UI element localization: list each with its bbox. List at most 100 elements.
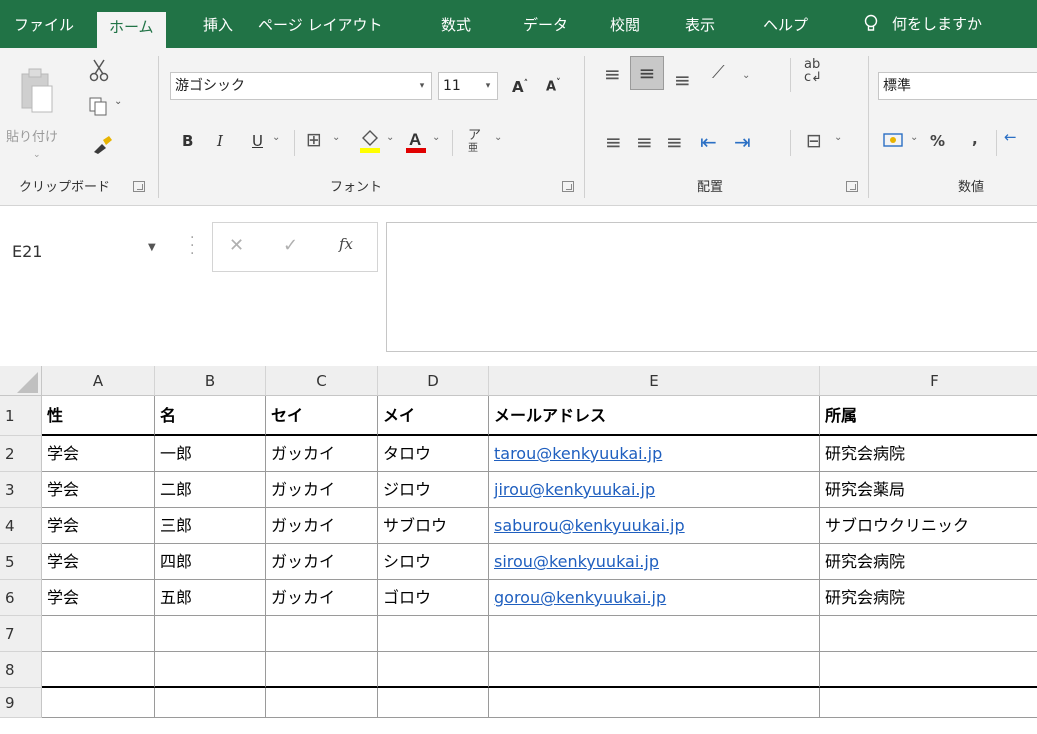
font-dialog-launcher-icon[interactable] [562, 181, 574, 192]
tab-file[interactable]: ファイル [14, 0, 74, 48]
cell-d2[interactable]: タロウ [378, 436, 489, 472]
cell-e5[interactable]: sirou@kenkyuukai.jp [489, 544, 820, 580]
cell-a7[interactable] [42, 616, 155, 652]
cell-d4[interactable]: サブロウ [378, 508, 489, 544]
wrap-text-icon[interactable]: ab c↲ [804, 58, 822, 84]
fill-color-button[interactable]: ⌄ [358, 128, 394, 158]
cell-d6[interactable]: ゴロウ [378, 580, 489, 616]
chevron-down-icon[interactable]: ⌄ [742, 70, 750, 81]
row-header-6[interactable]: 6 [0, 580, 42, 616]
select-all-corner[interactable] [0, 366, 42, 396]
accounting-format-button[interactable]: ⌄ [882, 128, 922, 158]
font-size-select[interactable]: 11 ▾ [438, 72, 498, 100]
borders-icon[interactable]: ⊞ [306, 129, 322, 151]
cell-e1[interactable]: メールアドレス [489, 396, 820, 436]
chevron-down-icon[interactable]: ⌄ [332, 132, 340, 143]
cell-f3[interactable]: 研究会薬局 [820, 472, 1037, 508]
cell-c5[interactable]: ガッカイ [266, 544, 378, 580]
cell-b4[interactable]: 三郎 [155, 508, 266, 544]
increase-font-size-icon[interactable]: A˄ [512, 78, 528, 96]
cell-e9[interactable] [489, 688, 820, 718]
cell-b7[interactable] [155, 616, 266, 652]
cell-d8[interactable] [378, 652, 489, 688]
comma-style-button[interactable]: , [972, 130, 978, 148]
cell-e3[interactable]: jirou@kenkyuukai.jp [489, 472, 820, 508]
cell-a8[interactable] [42, 652, 155, 688]
underline-button[interactable]: U [252, 132, 263, 150]
tab-formulas[interactable]: 数式 [441, 0, 471, 48]
cut-button[interactable] [88, 58, 112, 82]
cell-c1[interactable]: セイ [266, 396, 378, 436]
row-header-9[interactable]: 9 [0, 688, 42, 718]
cell-b2[interactable]: 一郎 [155, 436, 266, 472]
phonetic-guide-icon[interactable]: ア亜 [468, 129, 481, 155]
tab-insert[interactable]: 挿入 [203, 0, 233, 48]
cell-c8[interactable] [266, 652, 378, 688]
column-header-e[interactable]: E [489, 366, 820, 396]
cell-c4[interactable]: ガッカイ [266, 508, 378, 544]
merge-center-icon[interactable]: ⊟ [806, 130, 822, 152]
row-header-5[interactable]: 5 [0, 544, 42, 580]
cell-b8[interactable] [155, 652, 266, 688]
align-middle-icon[interactable]: ≡ [630, 56, 664, 90]
cell-c9[interactable] [266, 688, 378, 718]
cell-b6[interactable]: 五郎 [155, 580, 266, 616]
cell-b9[interactable] [155, 688, 266, 718]
align-right-icon[interactable]: ≡ [666, 130, 683, 154]
increase-decimal-icon[interactable]: ← [1004, 128, 1017, 146]
row-header-2[interactable]: 2 [0, 436, 42, 472]
cell-e2[interactable]: tarou@kenkyuukai.jp [489, 436, 820, 472]
cell-f2[interactable]: 研究会病院 [820, 436, 1037, 472]
cancel-icon[interactable]: ✕ [229, 235, 244, 256]
cell-a5[interactable]: 学会 [42, 544, 155, 580]
tab-review[interactable]: 校閲 [610, 0, 640, 48]
name-box[interactable]: E21 ▼ [2, 222, 170, 280]
orientation-icon[interactable]: ⟋ [712, 62, 725, 83]
cell-c6[interactable]: ガッカイ [266, 580, 378, 616]
chevron-down-icon[interactable]: ⌄ [272, 132, 280, 143]
number-format-select[interactable]: 標準 [878, 72, 1037, 100]
cell-f9[interactable] [820, 688, 1037, 718]
align-bottom-icon[interactable]: ≡ [674, 68, 691, 92]
cell-a3[interactable]: 学会 [42, 472, 155, 508]
decrease-indent-icon[interactable]: ⇤ [700, 130, 717, 154]
cell-b3[interactable]: 二郎 [155, 472, 266, 508]
cell-f7[interactable] [820, 616, 1037, 652]
percent-style-button[interactable]: % [930, 132, 945, 150]
decrease-font-size-icon[interactable]: A˅ [546, 78, 561, 94]
clipboard-dialog-launcher-icon[interactable] [133, 181, 145, 192]
align-top-icon[interactable]: ≡ [604, 62, 621, 86]
column-header-a[interactable]: A [42, 366, 155, 396]
cell-d3[interactable]: ジロウ [378, 472, 489, 508]
row-header-8[interactable]: 8 [0, 652, 42, 688]
font-color-button[interactable]: A ⌄ [404, 128, 440, 158]
row-header-4[interactable]: 4 [0, 508, 42, 544]
tab-help[interactable]: ヘルプ [763, 0, 808, 48]
cell-f5[interactable]: 研究会病院 [820, 544, 1037, 580]
chevron-down-icon[interactable]: ⌄ [494, 132, 502, 143]
cell-d1[interactable]: メイ [378, 396, 489, 436]
cell-a2[interactable]: 学会 [42, 436, 155, 472]
italic-button[interactable]: I [217, 132, 223, 150]
cell-e7[interactable] [489, 616, 820, 652]
column-header-f[interactable]: F [820, 366, 1037, 396]
cell-e6[interactable]: gorou@kenkyuukai.jp [489, 580, 820, 616]
enter-check-icon[interactable]: ✓ [283, 235, 298, 256]
row-header-3[interactable]: 3 [0, 472, 42, 508]
cell-e4[interactable]: saburou@kenkyuukai.jp [489, 508, 820, 544]
font-name-select[interactable]: 游ゴシック ▾ [170, 72, 432, 100]
copy-button[interactable]: ⌄ [88, 96, 128, 118]
column-header-d[interactable]: D [378, 366, 489, 396]
cell-c7[interactable] [266, 616, 378, 652]
tab-view[interactable]: 表示 [685, 0, 715, 48]
cell-c3[interactable]: ガッカイ [266, 472, 378, 508]
cell-f1[interactable]: 所属 [820, 396, 1037, 436]
cell-a9[interactable] [42, 688, 155, 718]
formula-bar-splitter-icon[interactable]: · · · [190, 231, 194, 261]
tab-data[interactable]: データ [523, 0, 568, 48]
cell-b1[interactable]: 名 [155, 396, 266, 436]
paste-button[interactable]: 貼り付け ⌄ [6, 66, 66, 166]
column-header-c[interactable]: C [266, 366, 378, 396]
bold-button[interactable]: B [182, 132, 193, 150]
cell-d7[interactable] [378, 616, 489, 652]
